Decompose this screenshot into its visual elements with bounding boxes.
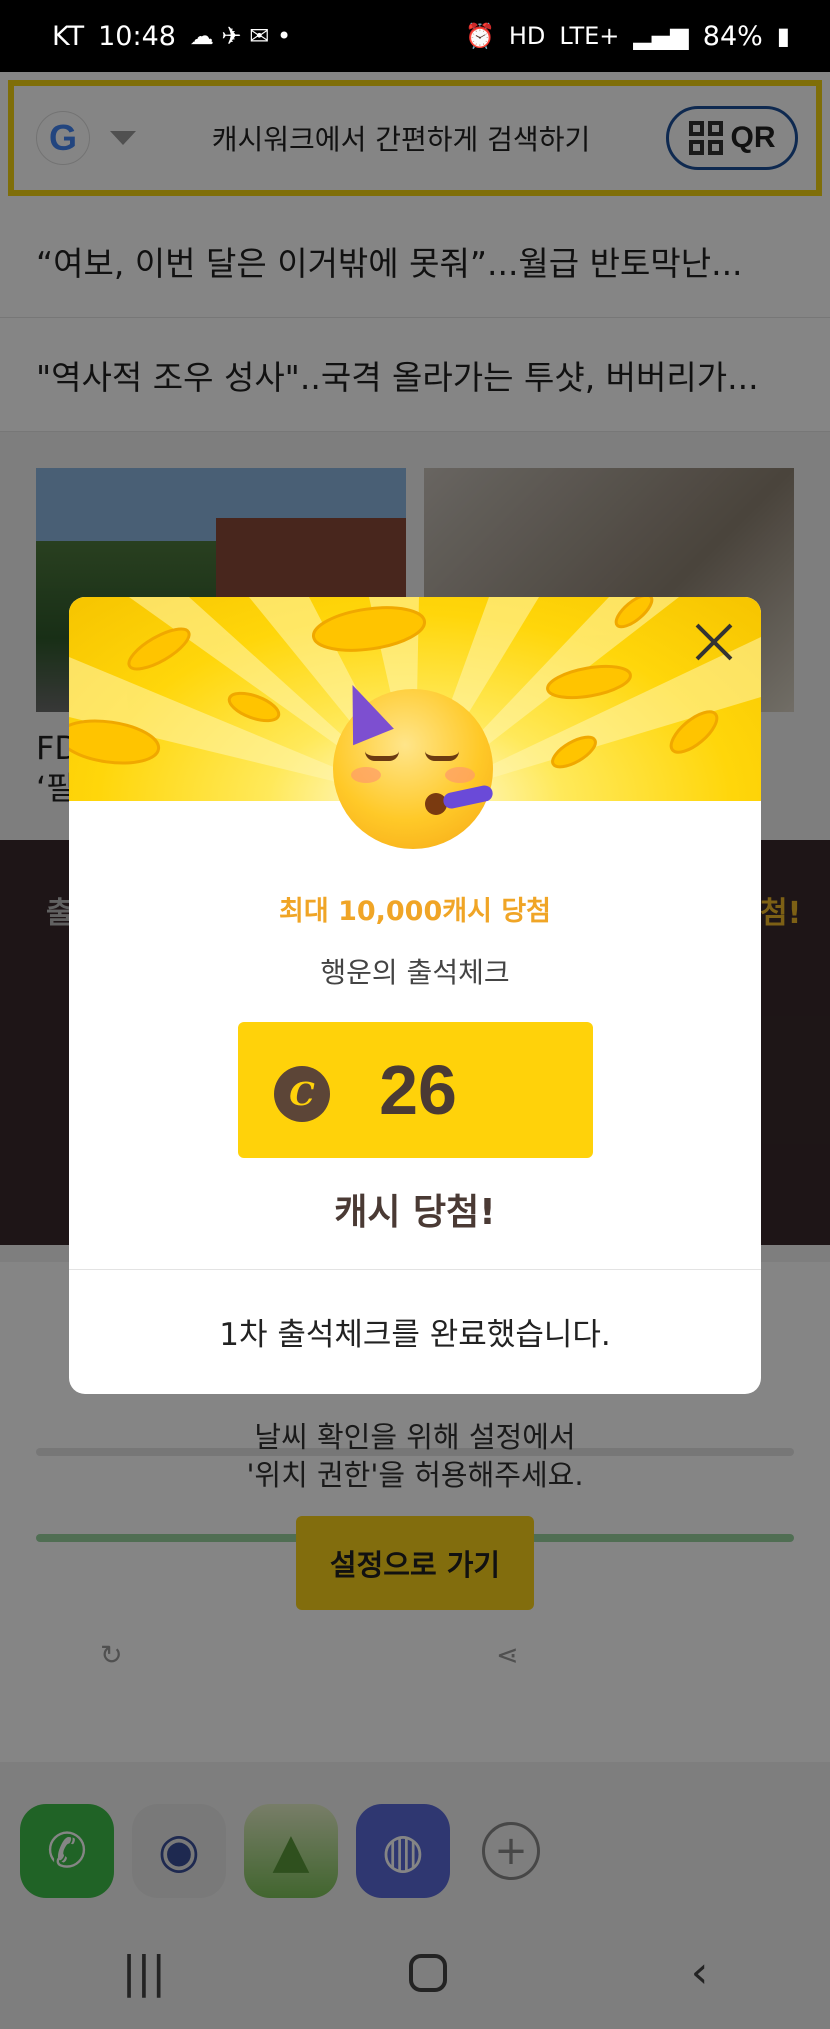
- notification-icons: ☁ ✈ ✉ •: [189, 22, 292, 50]
- hd-icon: HD: [508, 22, 546, 50]
- cash-reward-box: C 26: [238, 1022, 593, 1158]
- popup-subtitle: 행운의 출석체크: [320, 956, 510, 989]
- popup-title: 최대 10,000캐시 당첨: [278, 896, 552, 927]
- coin-icon: C: [274, 1066, 330, 1122]
- battery-level: 84%: [702, 20, 763, 52]
- carrier: KT: [52, 20, 85, 52]
- battery-icon: ▮: [776, 22, 790, 50]
- network-type: LTE+: [559, 22, 620, 50]
- partying-face-emoji: [332, 676, 495, 849]
- alarm-icon: ⏰: [464, 22, 495, 50]
- win-text: 캐시 당첨!: [334, 1192, 496, 1233]
- status-bar: KT 10:48 ☁ ✈ ✉ • ⏰ HD LTE+ ▂▄▆ 84% ▮: [0, 0, 830, 72]
- signal-icon: ▂▄▆: [633, 22, 689, 50]
- cash-amount: 26: [379, 1051, 457, 1129]
- attendance-complete-message: 1차 출석체크를 완료했습니다.: [219, 1317, 611, 1353]
- divider: [69, 1269, 761, 1270]
- close-icon[interactable]: [693, 621, 735, 663]
- clock: 10:48: [98, 20, 176, 52]
- attendance-popup: 최대 10,000캐시 당첨 행운의 출석체크 C 26 캐시 당첨! 1차 출…: [69, 597, 761, 1394]
